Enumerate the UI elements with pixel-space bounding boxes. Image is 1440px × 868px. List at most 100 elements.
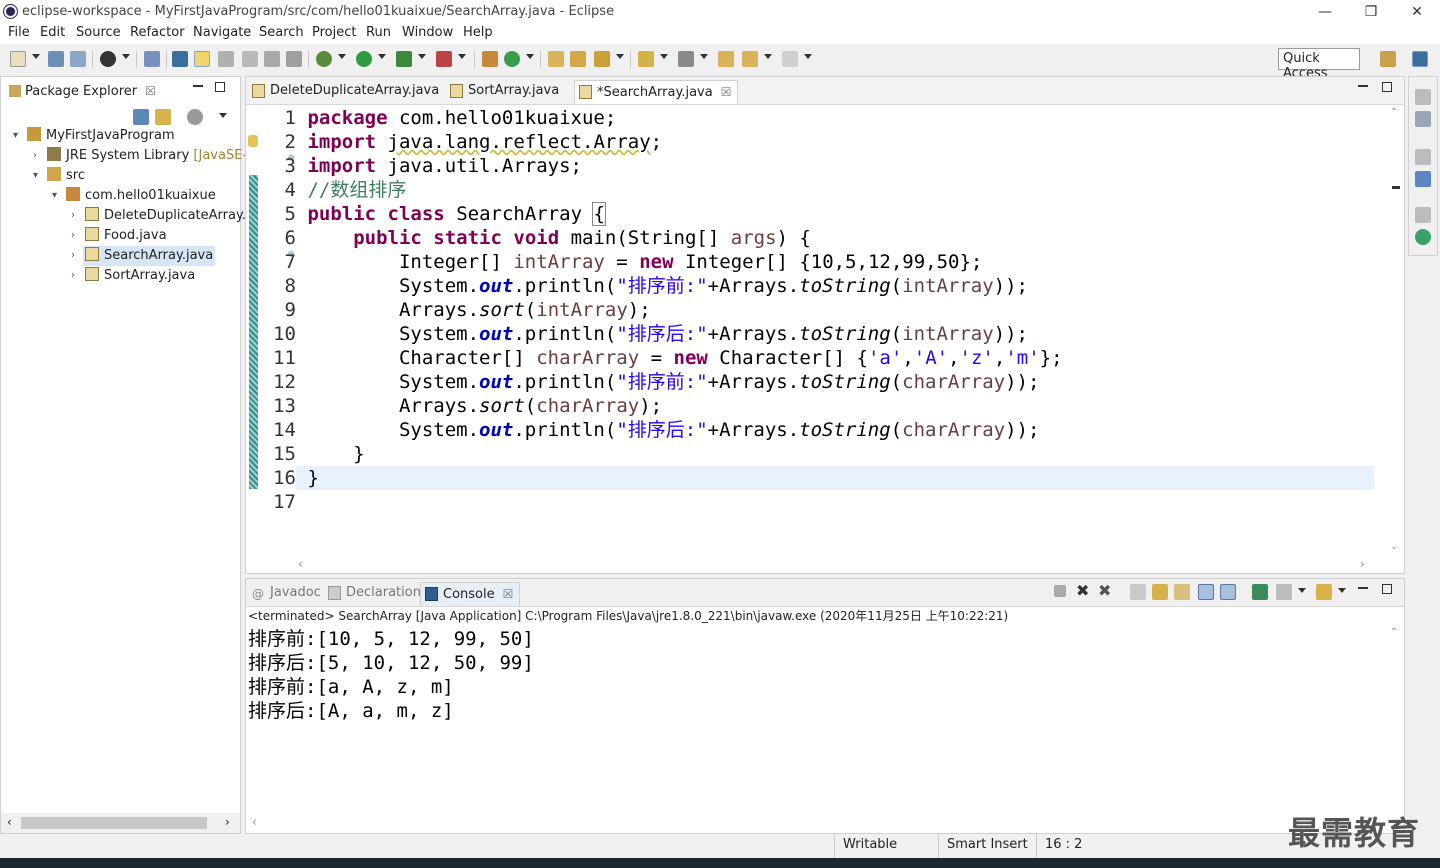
maximize-view-icon[interactable]	[215, 82, 225, 92]
close-tab-icon[interactable]: ☒	[145, 84, 156, 98]
last-edit-icon[interactable]	[718, 51, 734, 67]
search-tool-icon[interactable]	[594, 51, 610, 67]
block-select-icon[interactable]	[242, 51, 258, 67]
tree-item-package[interactable]: ▾ com.hello01kuaixue	[52, 186, 216, 206]
show-stderr-icon[interactable]	[1220, 584, 1236, 600]
debug-dropdown-icon[interactable]	[338, 54, 346, 59]
tab-searcharray[interactable]: *SearchArray.java ☒	[574, 80, 739, 104]
horizontal-scrollbar[interactable]: ‹ ›	[1, 813, 240, 833]
restore-view-icon[interactable]	[1415, 89, 1431, 105]
show-whitespace-icon[interactable]	[218, 51, 234, 67]
view-menu-icon[interactable]	[219, 113, 227, 118]
collapse-all-icon[interactable]	[133, 109, 149, 125]
scroll-right-icon[interactable]: ›	[1360, 557, 1365, 571]
tab-javadoc[interactable]: @ Javadoc	[248, 582, 327, 606]
display-console-icon[interactable]	[1276, 584, 1292, 600]
new-icon[interactable]	[10, 51, 26, 67]
twisty-icon[interactable]: ›	[71, 206, 81, 226]
remove-all-icon[interactable]: ✖	[1098, 583, 1114, 599]
scroll-lock-icon[interactable]	[1152, 584, 1168, 600]
forward-icon[interactable]	[782, 51, 798, 67]
next-annotation-icon[interactable]	[638, 51, 654, 67]
minimize-editor-icon[interactable]	[1358, 83, 1368, 87]
twisty-icon[interactable]: ›	[71, 266, 81, 286]
open-console-icon[interactable]	[1316, 584, 1332, 600]
new-class-icon[interactable]	[504, 51, 520, 67]
link-with-editor-icon[interactable]	[155, 109, 171, 125]
menu-file[interactable]: File	[8, 25, 30, 40]
twisty-icon[interactable]: ›	[71, 246, 81, 266]
scroll-down-icon[interactable]: ⌄	[1390, 541, 1398, 552]
twisty-icon[interactable]: ▾	[52, 186, 62, 206]
new-dropdown-icon[interactable]	[32, 54, 40, 59]
quick-access-input[interactable]: Quick Access	[1278, 48, 1360, 81]
minimize-button[interactable]: —	[1302, 0, 1348, 24]
open-task-icon[interactable]	[570, 51, 586, 67]
back-icon[interactable]	[742, 51, 758, 67]
menu-navigate[interactable]: Navigate	[193, 25, 251, 40]
external-tools-dropdown-icon[interactable]	[458, 54, 466, 59]
java-perspective-icon[interactable]	[172, 51, 188, 67]
run-icon[interactable]	[356, 51, 372, 67]
menu-source[interactable]: Source	[76, 25, 121, 40]
maximize-console-icon[interactable]	[1382, 584, 1392, 594]
open-console-dropdown-icon[interactable]	[1338, 588, 1346, 593]
tab-sortarray[interactable]: SortArray.java	[446, 80, 565, 104]
coverage-dropdown-icon[interactable]	[418, 54, 426, 59]
console-vertical-scrollbar[interactable]: ⌃	[1387, 625, 1404, 815]
scroll-thumb[interactable]	[21, 817, 207, 829]
prev-annotation-dropdown-icon[interactable]	[700, 54, 708, 59]
minimize-view-icon[interactable]	[193, 83, 203, 87]
menu-help[interactable]: Help	[463, 25, 493, 40]
profile-dropdown-icon[interactable]	[122, 54, 130, 59]
tree-item-src[interactable]: ▾ src	[33, 166, 85, 186]
java-perspective-switch-icon[interactable]	[1412, 51, 1428, 67]
search-dropdown-icon[interactable]	[616, 54, 624, 59]
clear-console-icon[interactable]	[1130, 584, 1146, 600]
restore-button[interactable]: ❐	[1348, 0, 1394, 24]
restore-view-icon[interactable]	[1415, 207, 1431, 223]
tab-package-explorer[interactable]: Package Explorer ☒	[1, 80, 162, 104]
task-list-icon[interactable]	[1415, 111, 1431, 127]
outline-icon[interactable]	[1415, 171, 1431, 187]
show-invisible-icon[interactable]	[286, 51, 302, 67]
twisty-icon[interactable]: ▾	[13, 126, 23, 146]
new-class-dropdown-icon[interactable]	[526, 54, 534, 59]
mark-occurrences-icon[interactable]	[194, 51, 210, 67]
show-stdout-icon[interactable]	[1198, 584, 1214, 600]
run-dropdown-icon[interactable]	[378, 54, 386, 59]
welcome-icon[interactable]	[1415, 229, 1431, 245]
tree-item-deleteduplicatearray[interactable]: › DeleteDuplicateArray.ja	[71, 206, 258, 226]
profile-icon[interactable]	[100, 51, 116, 67]
tree-item-searcharray[interactable]: › SearchArray.java	[71, 246, 216, 266]
word-wrap-icon[interactable]	[1174, 584, 1190, 600]
new-java-project-icon[interactable]	[482, 51, 498, 67]
word-wrap-icon[interactable]	[264, 51, 280, 67]
menu-project[interactable]: Project	[312, 25, 356, 40]
twisty-icon[interactable]: ›	[71, 226, 81, 246]
tree-item-food[interactable]: › Food.java	[71, 226, 167, 246]
menu-edit[interactable]: Edit	[40, 25, 65, 40]
maximize-editor-icon[interactable]	[1382, 82, 1392, 92]
open-perspective-icon[interactable]	[1380, 51, 1396, 67]
warning-icon[interactable]	[248, 135, 258, 147]
save-all-icon[interactable]	[70, 51, 86, 67]
debug-icon[interactable]	[316, 51, 332, 67]
restore-view-icon[interactable]	[1415, 149, 1431, 165]
scroll-up-icon[interactable]: ⌃	[1390, 107, 1398, 118]
menu-window[interactable]: Window	[402, 25, 453, 40]
editor-horizontal-scrollbar[interactable]: ‹ ›	[296, 557, 1374, 573]
close-tab-icon[interactable]: ☒	[721, 85, 732, 99]
skip-breakpoints-icon[interactable]	[144, 51, 160, 67]
tree-item-sortarray[interactable]: › SortArray.java	[71, 266, 195, 286]
editor-vertical-scrollbar[interactable]: ⌃ ⌄	[1387, 105, 1404, 557]
scroll-left-icon[interactable]: ‹	[252, 815, 257, 829]
open-type-icon[interactable]	[548, 51, 564, 67]
tree-item-jre-library[interactable]: › JRE System Library [JavaSE-1.	[33, 146, 260, 166]
tab-console[interactable]: Console ☒	[420, 582, 521, 606]
display-console-dropdown-icon[interactable]	[1298, 588, 1306, 593]
menu-refactor[interactable]: Refactor	[130, 25, 185, 40]
scroll-right-icon[interactable]: ›	[225, 815, 230, 829]
close-window-button[interactable]: ✕	[1394, 0, 1440, 24]
scroll-left-icon[interactable]: ‹	[298, 557, 303, 571]
